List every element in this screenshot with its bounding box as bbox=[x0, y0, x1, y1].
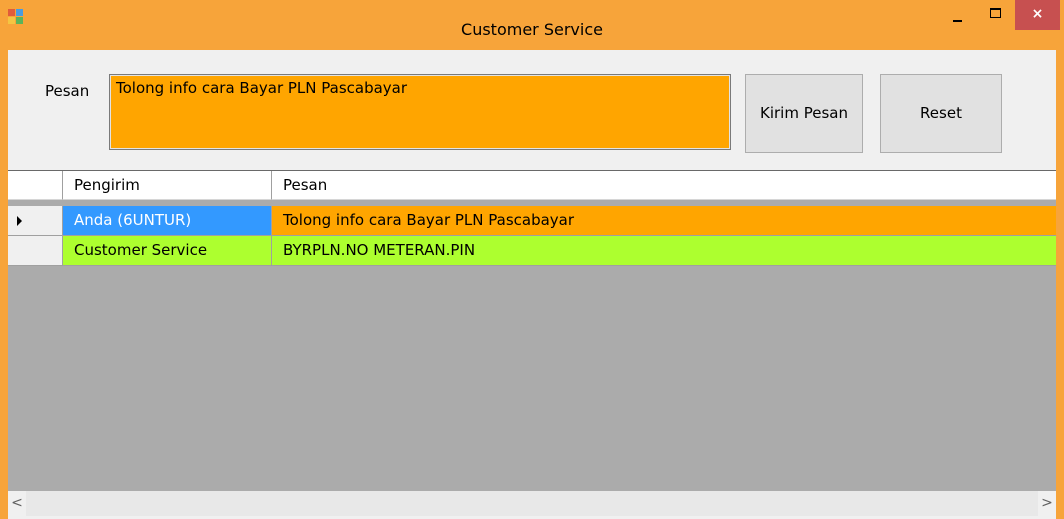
send-message-button[interactable]: Kirim Pesan bbox=[745, 74, 863, 153]
maximize-button[interactable] bbox=[982, 0, 1010, 30]
table-row[interactable]: Customer Service BYRPLN.NO METERAN.PIN bbox=[8, 236, 1056, 266]
row-header[interactable] bbox=[8, 206, 63, 236]
close-button[interactable]: × bbox=[1015, 0, 1060, 30]
sender-cell[interactable]: Anda (6UNTUR) bbox=[63, 206, 272, 236]
current-row-icon bbox=[17, 216, 22, 226]
scroll-left-button[interactable]: < bbox=[8, 491, 26, 516]
column-header-message[interactable]: Pesan bbox=[272, 171, 1056, 200]
message-label: Pesan bbox=[45, 82, 90, 100]
title-bar[interactable]: Customer Service × bbox=[0, 0, 1064, 50]
sender-cell[interactable]: Customer Service bbox=[63, 236, 272, 266]
message-cell[interactable]: Tolong info cara Bayar PLN Pascabayar bbox=[272, 206, 1056, 236]
row-header[interactable] bbox=[8, 236, 63, 266]
window-title: Customer Service bbox=[461, 20, 603, 39]
scroll-track[interactable] bbox=[26, 491, 1038, 516]
message-grid[interactable]: Pengirim Pesan Anda (6UNTUR) Tolong info… bbox=[8, 170, 1056, 516]
table-row[interactable]: Anda (6UNTUR) Tolong info cara Bayar PLN… bbox=[8, 206, 1056, 236]
column-header-sender[interactable]: Pengirim bbox=[63, 171, 272, 200]
message-input[interactable]: Tolong info cara Bayar PLN Pascabayar bbox=[109, 74, 731, 150]
reset-button[interactable]: Reset bbox=[880, 74, 1002, 153]
horizontal-scrollbar[interactable]: < > bbox=[8, 491, 1056, 516]
message-cell[interactable]: BYRPLN.NO METERAN.PIN bbox=[272, 236, 1056, 266]
grid-header-row: Pengirim Pesan bbox=[8, 171, 1056, 200]
row-header-corner[interactable] bbox=[8, 171, 63, 200]
minimize-button[interactable] bbox=[944, 0, 972, 30]
scroll-right-button[interactable]: > bbox=[1038, 491, 1056, 516]
